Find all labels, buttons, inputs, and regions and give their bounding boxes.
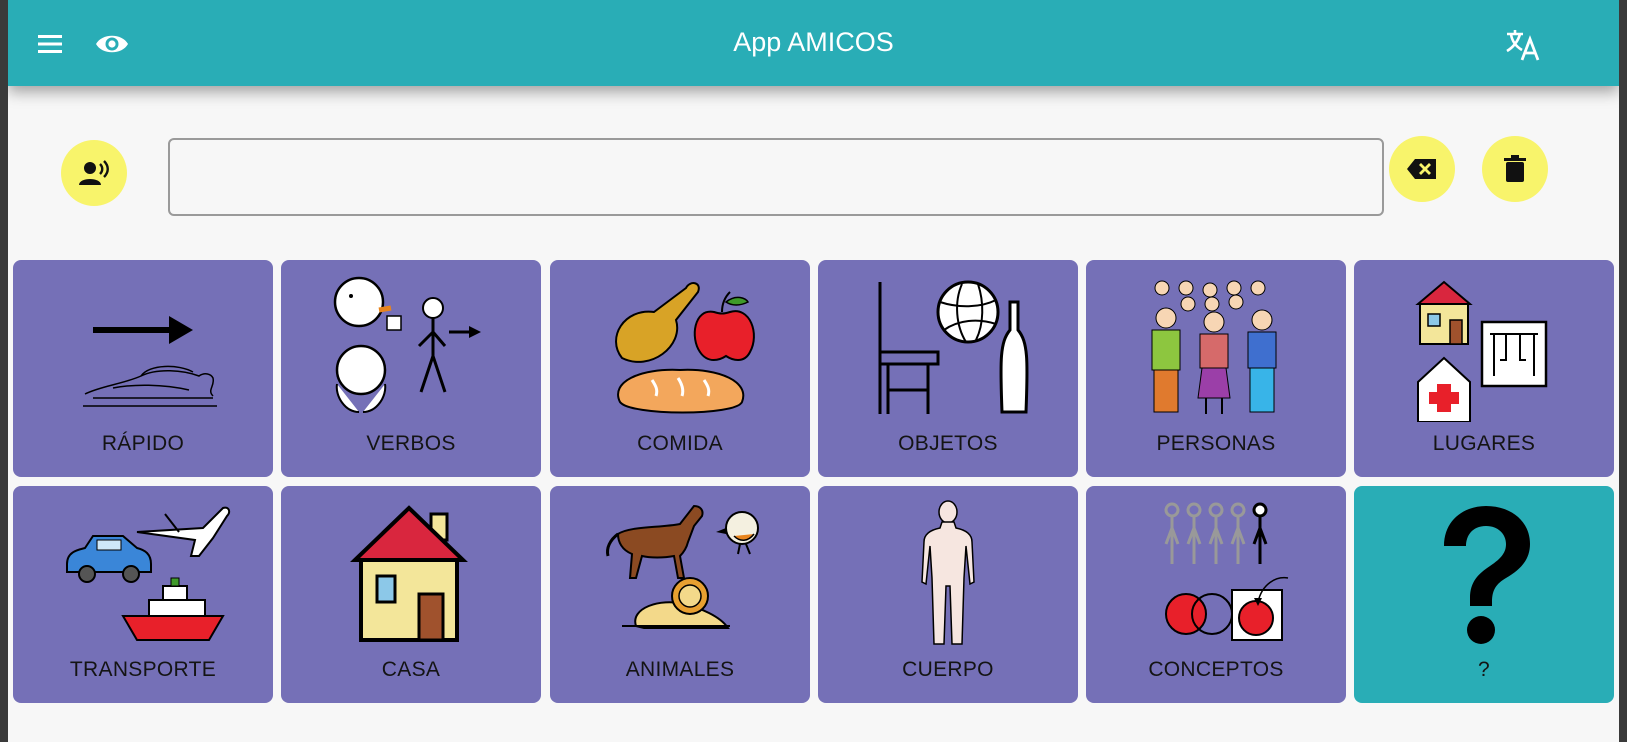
verbs-actions-icon [321, 272, 501, 422]
tile-transporte[interactable]: TRANSPORTE [13, 486, 273, 703]
tile-conceptos[interactable]: CONCEPTOS [1086, 486, 1346, 703]
clear-button[interactable] [1482, 136, 1548, 202]
food-icon [590, 272, 770, 422]
tile-casa[interactable]: CASA [281, 486, 541, 703]
places-icon [1394, 272, 1574, 422]
tile-comida[interactable]: COMIDA [550, 260, 810, 477]
concepts-icon [1126, 498, 1306, 648]
trash-icon [1504, 155, 1526, 182]
tile-label: TRANSPORTE [69, 658, 217, 681]
house-icon [321, 498, 501, 648]
human-body-icon [858, 498, 1038, 648]
tile-cuerpo[interactable]: CUERPO [818, 486, 1078, 703]
translate-icon[interactable] [1503, 24, 1543, 64]
tile-lugares[interactable]: LUGARES [1354, 260, 1614, 477]
app-window: App AMICOS RÁPIDO VERBOS COMIDA OBJETOS … [8, 0, 1619, 742]
tile-personas[interactable]: PERSONAS [1086, 260, 1346, 477]
tile-label: PERSONAS [1156, 432, 1276, 455]
backspace-icon [1407, 159, 1436, 179]
tile-verbos[interactable]: VERBOS [281, 260, 541, 477]
fast-running-rabbit-icon [53, 272, 233, 422]
tile-objetos[interactable]: OBJETOS [818, 260, 1078, 477]
tile-question[interactable]: ? [1354, 486, 1614, 703]
people-group-icon [1126, 272, 1306, 422]
objects-icon [858, 272, 1038, 422]
tile-label: CASA [381, 658, 441, 681]
tile-label: VERBOS [366, 432, 456, 455]
tile-label: OBJETOS [898, 432, 998, 455]
question-mark-icon [1394, 498, 1574, 648]
backspace-button[interactable] [1389, 136, 1455, 202]
speak-icon [79, 160, 109, 185]
tile-animales[interactable]: ANIMALES [550, 486, 810, 703]
sentence-input[interactable] [168, 138, 1384, 216]
animals-icon [590, 498, 770, 648]
tile-label: ? [1478, 658, 1490, 681]
tile-label: LUGARES [1432, 432, 1536, 455]
tile-label: CUERPO [902, 658, 994, 681]
tile-label: CONCEPTOS [1148, 658, 1284, 681]
transport-icon [53, 498, 233, 648]
speak-button[interactable] [61, 140, 127, 206]
sentence-bar [8, 128, 1619, 218]
app-bar: App AMICOS [8, 0, 1619, 86]
app-title: App AMICOS [733, 27, 894, 57]
tile-label: RÁPIDO [101, 432, 185, 455]
tile-label: COMIDA [637, 432, 723, 455]
tile-label: ANIMALES [625, 658, 735, 681]
tile-rapido[interactable]: RÁPIDO [13, 260, 273, 477]
